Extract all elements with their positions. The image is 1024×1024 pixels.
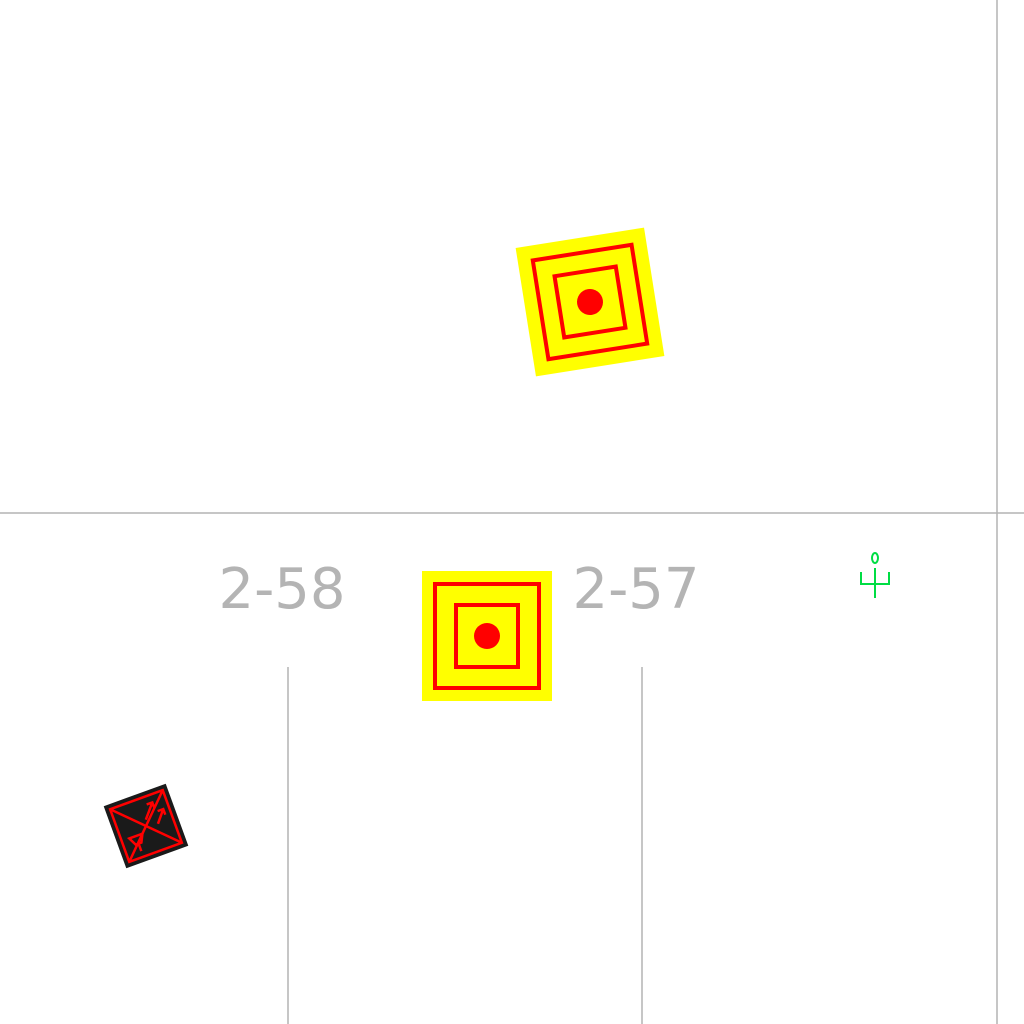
target-marker-icon[interactable] bbox=[422, 571, 552, 701]
room-label-2-58: 2-58 bbox=[218, 557, 345, 622]
walls bbox=[0, 0, 1024, 1024]
floor-map[interactable]: 2-58 2-57 bbox=[0, 0, 1024, 1024]
person-icon[interactable] bbox=[860, 552, 890, 598]
network-equipment-icon[interactable] bbox=[103, 783, 189, 869]
room-label-2-57: 2-57 bbox=[572, 557, 699, 622]
target-marker-icon[interactable] bbox=[515, 227, 665, 377]
person-head bbox=[871, 552, 879, 564]
marker-center-dot bbox=[474, 623, 500, 649]
person-body bbox=[860, 568, 890, 598]
